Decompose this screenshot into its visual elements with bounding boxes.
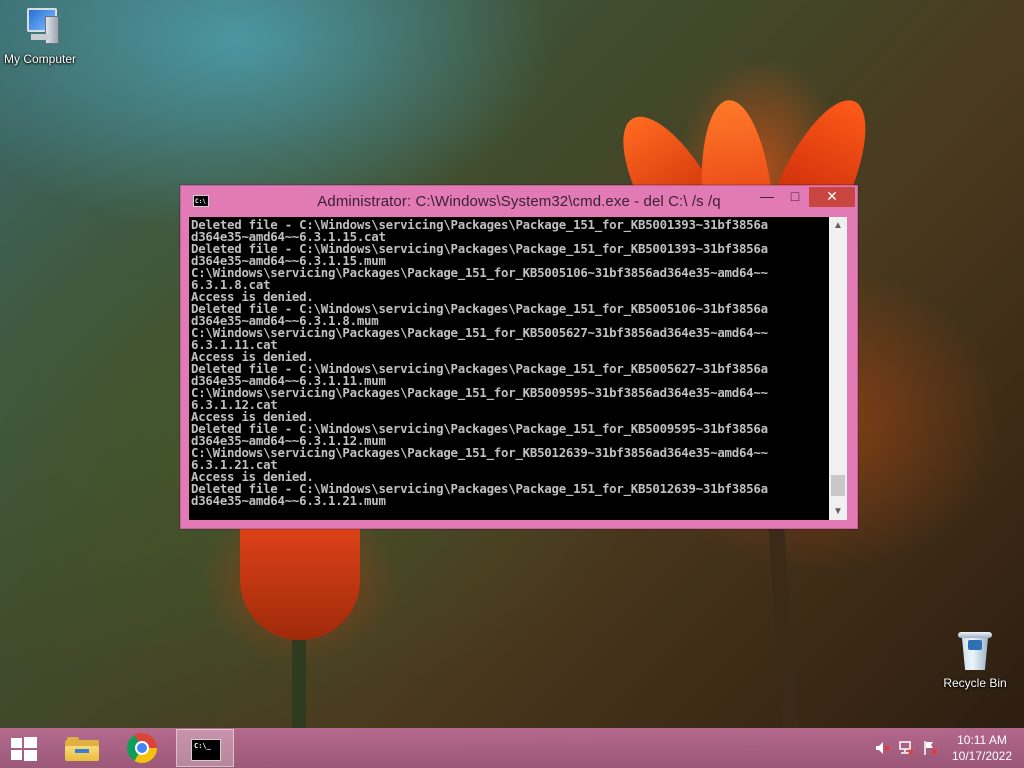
windows-logo-icon [11,737,37,761]
system-tray: 10:11 AM 10/17/2022 [870,728,1024,768]
chrome-icon [127,733,157,763]
taskbar-file-explorer[interactable] [56,729,108,767]
console-text: Deleted file - C:\Windows\servicing\Pack… [189,217,829,507]
clock[interactable]: 10:11 AM 10/17/2022 [946,732,1018,764]
cmd-icon: C:\_ [191,739,221,761]
volume-muted-icon[interactable] [874,740,890,756]
console-line: C:\Windows\servicing\Packages\Package_15… [191,265,768,280]
desktop-icon-recycle-bin[interactable]: Recycle Bin [935,630,1015,690]
console-line: d364e35~amd64~~6.3.1.21.mum [191,493,386,508]
start-button[interactable] [0,729,48,767]
flower-petal [240,510,360,640]
taskbar-chrome[interactable] [116,729,168,767]
desktop-icon-label: My Computer [3,52,77,66]
scroll-up-button[interactable]: ▲ [829,217,847,234]
recycle-bin-icon [958,630,992,672]
action-center-flag-icon[interactable] [922,740,938,756]
clock-date: 10/17/2022 [951,749,1013,763]
console-output[interactable]: Deleted file - C:\Windows\servicing\Pack… [189,217,829,520]
folder-icon [65,737,99,761]
computer-icon [21,6,59,48]
taskbar-command-prompt[interactable]: C:\_ [176,729,234,767]
maximize-button[interactable]: □ [781,187,809,207]
taskbar: C:\_ 10:11 AM 10/17/2022 [0,728,1024,768]
close-button[interactable]: ✕ [809,187,855,207]
flower-stem [292,630,306,730]
desktop-icon-my-computer[interactable]: My Computer [0,6,80,66]
minimize-button[interactable]: — [753,187,781,207]
desktop-icon-label: Recycle Bin [943,676,1007,690]
network-disconnected-icon[interactable] [898,740,914,756]
title-bar[interactable]: C:\ Administrator: C:\Windows\System32\c… [181,186,857,216]
vertical-scrollbar[interactable]: ▲ ▼ [829,217,847,520]
flower-stem [767,519,799,731]
clock-time: 10:11 AM [957,733,1007,747]
scroll-thumb[interactable] [831,474,845,496]
cmd-window[interactable]: C:\ Administrator: C:\Windows\System32\c… [180,185,858,529]
scroll-down-button[interactable]: ▼ [829,503,847,520]
